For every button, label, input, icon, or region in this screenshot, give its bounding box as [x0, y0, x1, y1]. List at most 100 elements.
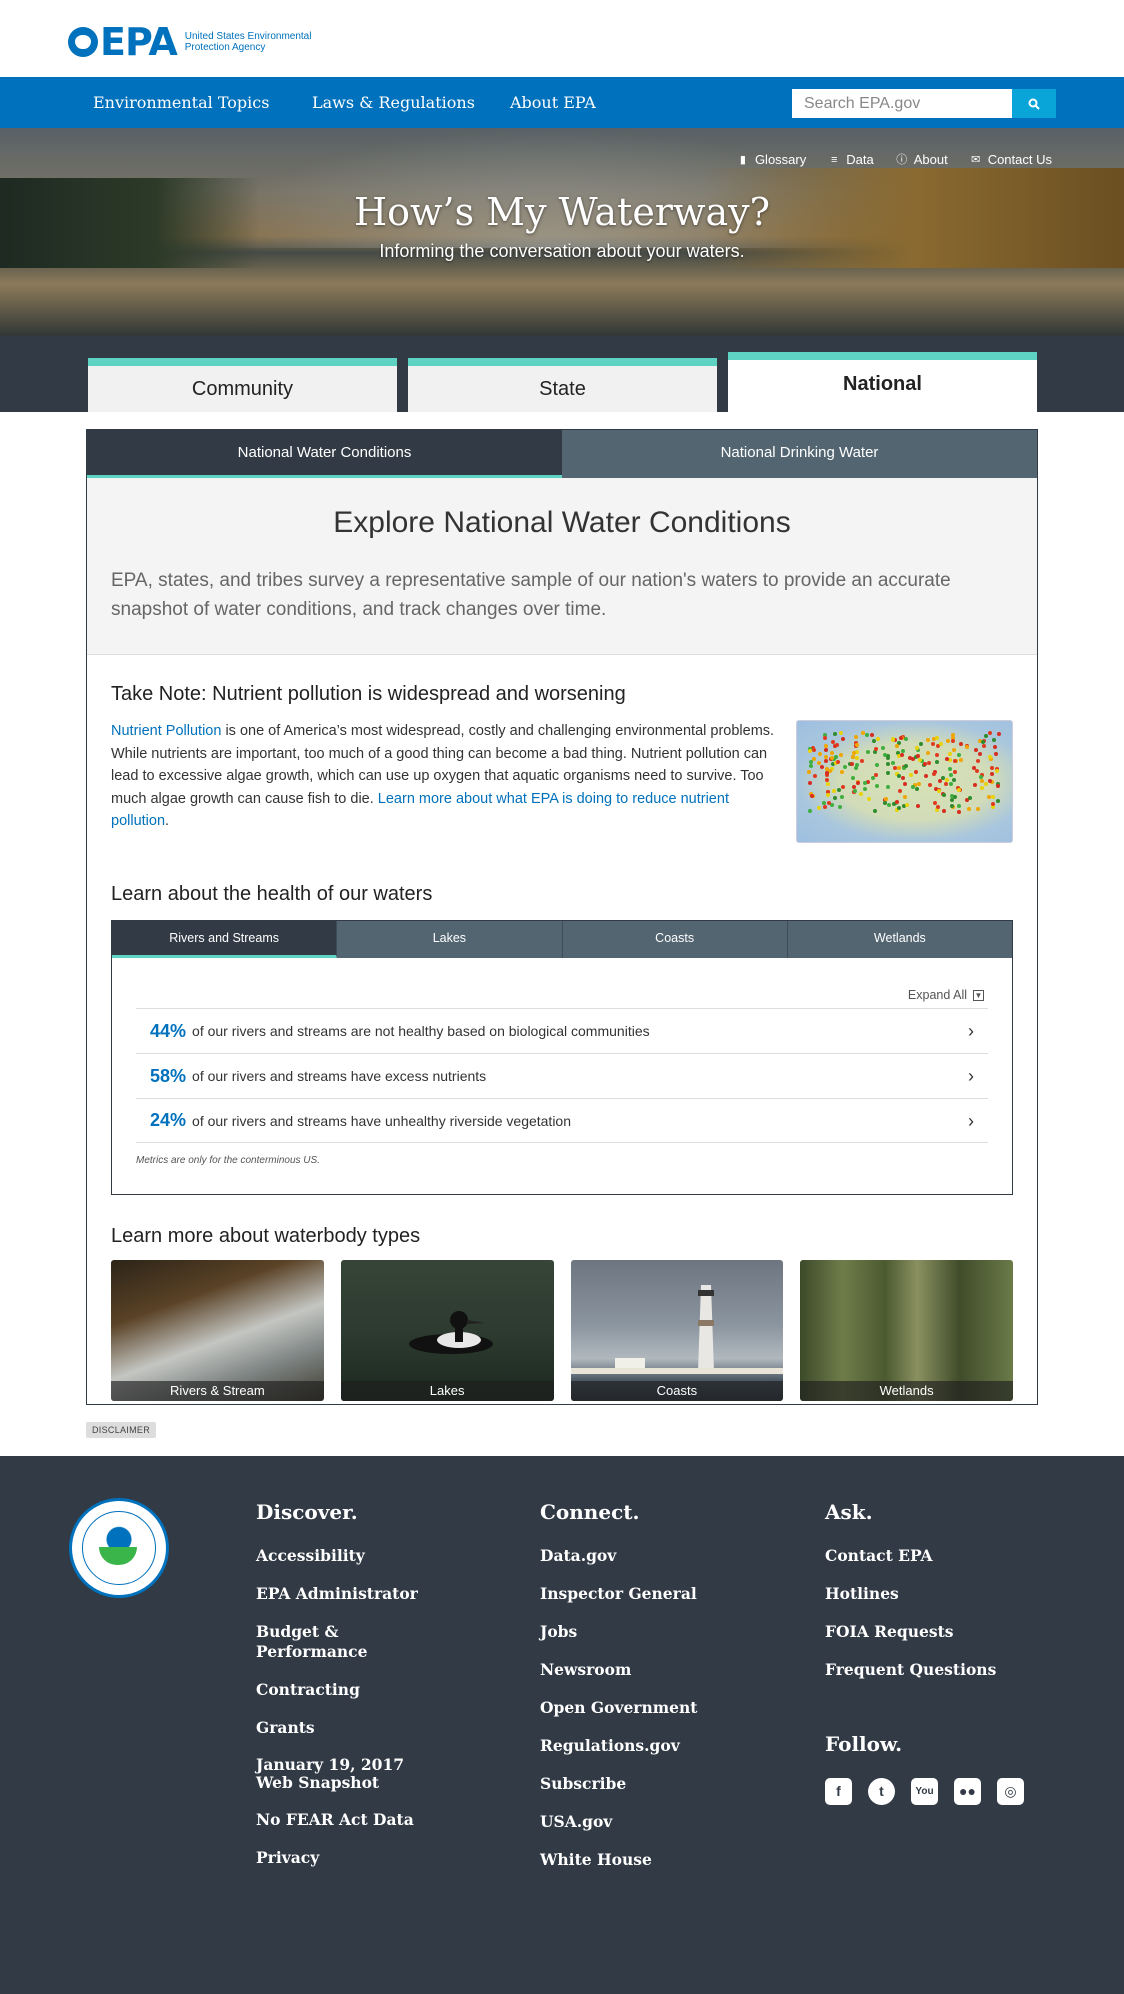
expand-all-button[interactable]: Expand All ▼ — [112, 988, 984, 1002]
footer-link-frequent-questions[interactable]: Frequent Questions — [825, 1660, 1005, 1680]
map-dot — [917, 758, 922, 763]
loon-image — [408, 1311, 493, 1354]
footer-link-contact-epa[interactable]: Contact EPA — [825, 1546, 1005, 1566]
instagram-icon[interactable]: ◎ — [997, 1778, 1024, 1805]
map-dot — [908, 773, 913, 778]
map-dot — [987, 731, 992, 736]
facebook-icon[interactable]: f — [825, 1778, 852, 1805]
metric-row[interactable]: 58% of our rivers and streams have excess… — [136, 1053, 988, 1098]
footer-link-epa-administrator[interactable]: EPA Administrator — [256, 1584, 436, 1604]
twitter-icon[interactable]: t — [868, 1778, 895, 1805]
footer-link-newsroom[interactable]: Newsroom — [540, 1660, 720, 1680]
tab-national[interactable]: National — [728, 352, 1037, 412]
map-dot — [989, 772, 994, 777]
tab-wetlands[interactable]: Wetlands — [787, 921, 1012, 958]
card-caption: Rivers & Stream — [111, 1381, 324, 1401]
youtube-icon[interactable]: You — [911, 1778, 938, 1805]
map-dot — [837, 804, 842, 809]
footer-link-web-snapshot[interactable]: January 19, 2017 Web Snapshot — [256, 1756, 436, 1792]
card-wetlands[interactable]: Wetlands — [800, 1260, 1013, 1401]
footer-link-foia[interactable]: FOIA Requests — [825, 1622, 1005, 1642]
footer-link-subscribe[interactable]: Subscribe — [540, 1774, 720, 1794]
footer-follow-title: Follow. — [825, 1732, 903, 1756]
nav-about-epa[interactable]: About EPA — [510, 77, 596, 128]
map-dot — [854, 755, 859, 760]
tab-rivers-streams[interactable]: Rivers and Streams — [112, 921, 338, 958]
tab-coasts[interactable]: Coasts — [562, 921, 788, 958]
footer-link-white-house[interactable]: White House — [540, 1850, 720, 1870]
map-dot — [872, 739, 877, 744]
footer-link-budget-performance[interactable]: Budget & Performance — [256, 1622, 436, 1662]
nav-environmental-topics[interactable]: Environmental Topics — [93, 77, 269, 128]
map-dot — [947, 752, 952, 757]
envelope-icon: ✉ — [971, 153, 981, 166]
map-dot — [941, 809, 946, 814]
map-dot — [840, 784, 845, 789]
map-dot — [948, 767, 953, 772]
map-dot — [927, 760, 932, 765]
metric-text: of our rivers and streams are not health… — [192, 1023, 650, 1039]
contact-link[interactable]: ✉ Contact Us — [970, 152, 1052, 167]
nav-laws-regulations[interactable]: Laws & Regulations — [312, 77, 475, 128]
page-title: How’s My Waterway? — [353, 190, 770, 234]
map-dot — [951, 738, 956, 743]
metric-percent: 44% — [150, 1020, 187, 1041]
card-caption: Wetlands — [800, 1381, 1013, 1401]
map-dot — [956, 753, 961, 758]
footer-link-contracting[interactable]: Contracting — [256, 1680, 436, 1700]
footer-link-jobs[interactable]: Jobs — [540, 1622, 720, 1642]
data-link[interactable]: ≡ Data — [828, 152, 874, 167]
map-dot — [836, 787, 841, 792]
map-dot — [853, 735, 858, 740]
map-dot — [866, 780, 871, 785]
about-link[interactable]: ⓘ About — [896, 152, 947, 167]
map-dot — [867, 797, 872, 802]
card-rivers-stream[interactable]: Rivers & Stream — [111, 1260, 324, 1401]
footer-link-grants[interactable]: Grants — [256, 1718, 436, 1738]
map-dot — [862, 787, 867, 792]
tab-state[interactable]: State — [408, 358, 717, 412]
nutrient-pollution-link[interactable]: Nutrient Pollution — [111, 723, 221, 739]
glossary-link[interactable]: ▮ Glossary — [737, 152, 806, 167]
epa-logo[interactable]: EPA United States Environmental Protecti… — [68, 20, 315, 64]
footer-link-data-gov[interactable]: Data.gov — [540, 1546, 720, 1566]
footer-link-privacy[interactable]: Privacy — [256, 1848, 436, 1868]
footer-link-open-government[interactable]: Open Government — [540, 1698, 720, 1718]
map-dot — [982, 744, 987, 749]
disclaimer-button[interactable]: DISCLAIMER — [86, 1422, 157, 1438]
search-input[interactable]: Search EPA.gov — [792, 89, 1012, 118]
tab-national-drinking-water[interactable]: National Drinking Water — [562, 430, 1037, 478]
map-dot — [896, 806, 901, 811]
main-tabs: Community State National — [0, 336, 1124, 412]
map-dot — [992, 745, 997, 750]
map-dot — [830, 802, 835, 807]
map-dot — [905, 803, 909, 808]
map-dot — [904, 737, 909, 742]
search-button[interactable] — [1012, 89, 1056, 118]
map-dot — [853, 766, 858, 771]
footer-link-accessibility[interactable]: Accessibility — [256, 1546, 436, 1566]
flickr-icon[interactable]: ●● — [954, 1778, 981, 1805]
metric-row[interactable]: 44% of our rivers and streams are not hea… — [136, 1008, 988, 1053]
footer-link-usa-gov[interactable]: USA.gov — [540, 1812, 720, 1832]
tab-lakes[interactable]: Lakes — [337, 921, 563, 958]
footer-link-hotlines[interactable]: Hotlines — [825, 1584, 1005, 1604]
tab-national-water-conditions[interactable]: National Water Conditions — [87, 430, 562, 478]
map-dot — [808, 764, 813, 769]
card-coasts[interactable]: Coasts — [570, 1260, 784, 1401]
footer-link-regulations-gov[interactable]: Regulations.gov — [540, 1736, 720, 1756]
waterbody-tabs: Rivers and Streams Lakes Coasts Wetlands — [112, 921, 1012, 958]
card-lakes[interactable]: Lakes — [340, 1260, 554, 1401]
map-dot — [996, 798, 1001, 803]
map-dot — [953, 770, 958, 775]
map-dot — [865, 733, 870, 738]
map-dot — [900, 775, 905, 780]
nutrient-map[interactable] — [796, 720, 1013, 843]
footer-link-inspector-general[interactable]: Inspector General — [540, 1584, 720, 1604]
map-dot — [932, 800, 937, 805]
metric-row[interactable]: 24% of our rivers and streams have unheal… — [136, 1098, 988, 1143]
footer-link-no-fear-act[interactable]: No FEAR Act Data — [256, 1810, 436, 1830]
tab-community[interactable]: Community — [88, 358, 397, 412]
map-dot — [951, 777, 956, 782]
map-dot — [950, 732, 955, 737]
